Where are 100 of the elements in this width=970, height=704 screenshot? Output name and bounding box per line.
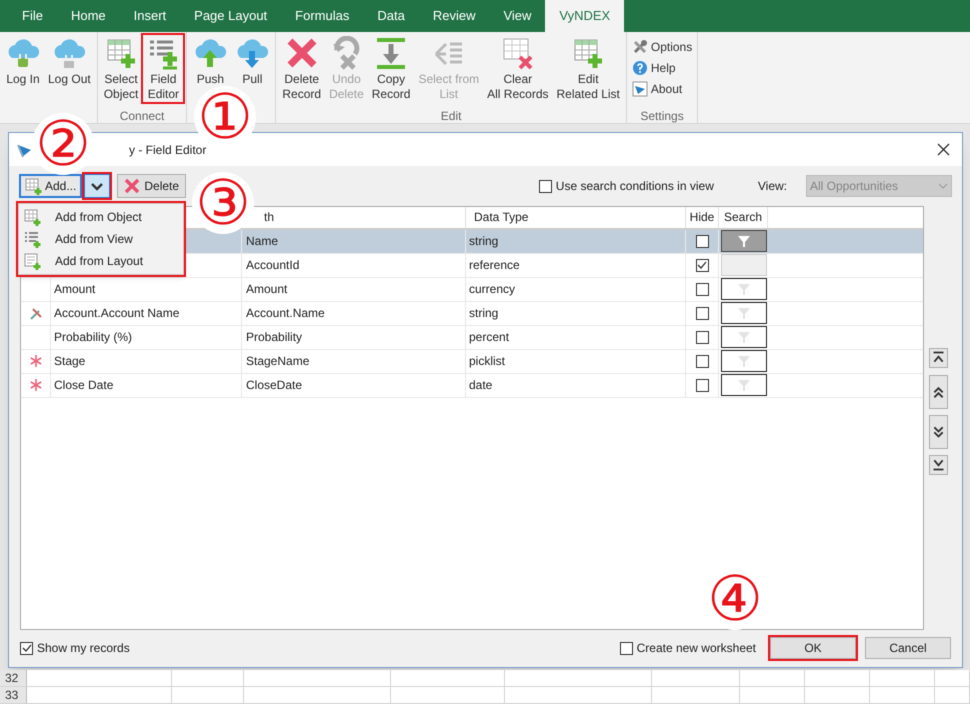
table-cell-text: CloseDate [246, 377, 302, 394]
table-cell-text: Amount [54, 281, 96, 298]
filter-button[interactable] [720, 278, 766, 300]
scroll-button[interactable] [929, 414, 948, 449]
row-header: 32 [0, 670, 27, 686]
table-cell-text: picklist [469, 353, 506, 370]
checkbox[interactable] [696, 378, 708, 392]
ribbon-button[interactable]: Log In [3, 35, 43, 87]
filter-button[interactable] [720, 374, 766, 396]
scroll-button[interactable] [929, 374, 948, 409]
ribbon-tab[interactable]: Review [418, 0, 490, 32]
ribbon-tab[interactable]: Data [363, 0, 419, 32]
checkbox[interactable] [696, 234, 708, 248]
ribbon-button[interactable]: Clear All Records [484, 35, 552, 102]
checkbox-label: Show my records [37, 640, 130, 658]
column-header: Search [724, 209, 762, 226]
checkbox[interactable] [696, 258, 708, 272]
dialog-button[interactable]: Cancel [865, 637, 951, 660]
ribbon-button[interactable]: Field Editor [143, 35, 184, 102]
checkbox[interactable] [696, 306, 708, 320]
ribbon-button[interactable]: Delete Record [279, 35, 324, 102]
table-cell-text: reference [469, 257, 520, 274]
funnel-icon [738, 284, 750, 295]
group-label: Connect [120, 108, 164, 123]
caret-icon [91, 182, 104, 191]
menu-item[interactable]: Add from Object [19, 206, 183, 228]
table-row[interactable]: Probability (%) Probability percent [21, 326, 923, 350]
logo-icon [17, 142, 33, 158]
ribbon-tab[interactable]: File [8, 0, 57, 32]
table-cell-text: Probability (%) [54, 329, 132, 346]
table-cell-text: date [469, 377, 492, 394]
ribbon-tab[interactable]: VyNDEX [545, 0, 624, 32]
table-row[interactable]: Account.Account Name Account.Name string [21, 302, 923, 326]
ribbon-tab[interactable]: Insert [120, 0, 180, 32]
ribbon-button[interactable]: Help [630, 59, 694, 77]
ribbon-button[interactable]: About [630, 80, 694, 98]
cross-icon [284, 36, 319, 70]
table-row[interactable]: Stage StageName picklist [21, 350, 923, 374]
ribbon-button[interactable]: Options [630, 38, 694, 56]
table-cell-text: Probability [246, 329, 302, 346]
table-cell-text: AccountId [246, 257, 300, 274]
checkbox[interactable] [696, 354, 708, 368]
ribbon-button[interactable]: Edit Related List [554, 35, 623, 102]
ribbon-tab[interactable]: Home [56, 0, 120, 32]
checkbox[interactable] [696, 330, 708, 344]
table-row[interactable]: Amount Amount currency [21, 278, 923, 302]
ribbon-tab[interactable]: View [489, 0, 546, 32]
column-header: Hide [690, 209, 714, 226]
table-row[interactable]: Close Date CloseDate date [21, 374, 923, 398]
close-icon [937, 143, 950, 156]
check-icon [697, 260, 707, 270]
scroll-button[interactable] [929, 454, 948, 475]
table-plus-icon [24, 208, 40, 226]
cross-icon [124, 178, 140, 194]
ribbon-tab[interactable]: Page Layout [180, 0, 282, 32]
filter-button[interactable] [720, 326, 766, 348]
checkbox[interactable] [538, 180, 552, 193]
ribbon-button[interactable]: Push [190, 35, 230, 87]
scroll-button[interactable] [929, 348, 948, 368]
logo-icon [632, 81, 648, 97]
list-plus-icon [24, 230, 40, 248]
table-cell-text: currency [469, 281, 516, 298]
funnel-icon [738, 332, 750, 343]
delete-button[interactable]: Delete [117, 174, 186, 198]
table-plus-icon [25, 178, 42, 195]
checkbox[interactable] [620, 642, 633, 655]
checkbox[interactable] [20, 642, 33, 655]
ribbon-button[interactable]: Select Object [100, 35, 142, 102]
checkbox[interactable] [696, 282, 708, 296]
filter-button[interactable] [720, 230, 766, 252]
ribbon-button[interactable]: Pull [232, 35, 272, 87]
ribbon-tab[interactable]: Formulas [281, 0, 364, 32]
table-cross-icon [500, 36, 535, 70]
table-cell-text: Account.Name [246, 305, 325, 322]
checkbox-label: Create new worksheet [636, 640, 756, 658]
table-cell-text: string [469, 305, 498, 322]
table-cell-text: percent [469, 329, 510, 346]
ribbon-button[interactable]: Copy Record [368, 35, 414, 102]
document-plus-icon [24, 252, 40, 270]
group-label: Edit [440, 108, 462, 123]
filter-button[interactable] [720, 350, 766, 372]
checkbox-label: Use search conditions in view [556, 178, 714, 196]
dialog-button[interactable]: OK [770, 637, 856, 660]
check-icon [22, 643, 32, 654]
table-cell-text: Account.Account Name [54, 305, 180, 322]
funnel-icon [738, 380, 750, 391]
filter-button[interactable] [720, 302, 766, 324]
ribbon-button[interactable]: Log Out [45, 35, 94, 87]
add-button[interactable]: Add... [19, 174, 82, 198]
column-header: Data Type [474, 209, 528, 226]
table-cell-text: Stage [54, 353, 86, 370]
dropdown-button[interactable] [84, 174, 110, 198]
funnel-icon [738, 236, 750, 247]
funnel-icon [738, 356, 750, 367]
skip-to-bottom-icon [931, 457, 946, 472]
menu-item[interactable]: Add from View [19, 228, 183, 250]
tools-icon [632, 39, 648, 55]
funnel-icon [738, 308, 750, 319]
row-header: 33 [0, 687, 27, 703]
table-cell-text: StageName [246, 353, 310, 370]
